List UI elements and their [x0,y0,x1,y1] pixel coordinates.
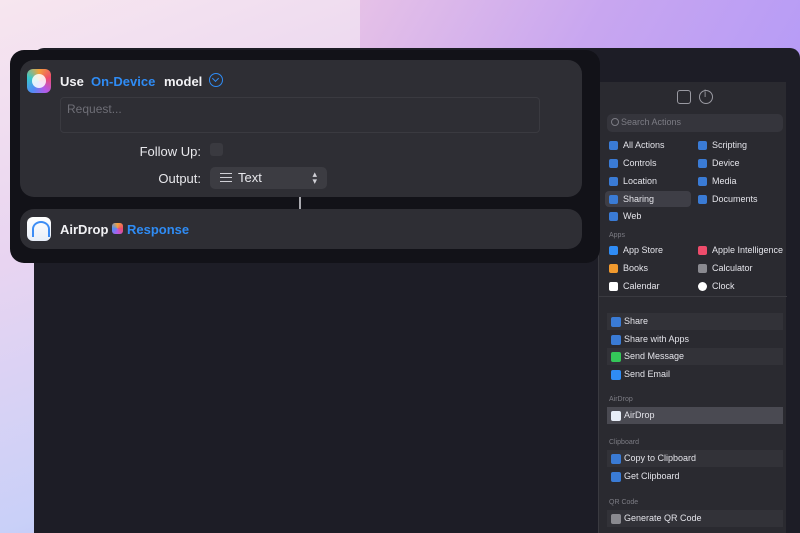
list-icon [609,141,618,150]
airdrop-icon [27,217,51,241]
info-tab-icon[interactable] [699,89,713,104]
action-send-email[interactable]: Send Email [607,366,783,383]
action-get-clipboard[interactable]: Get Clipboard [607,468,783,485]
category-media[interactable]: Media [694,173,780,189]
clock-icon [698,282,707,291]
apps-section-label: Apps [609,232,625,239]
location-icon [609,177,618,186]
category-label: Media [712,176,737,186]
category-label: Sharing [623,194,655,204]
category-sharing[interactable]: Sharing [605,191,691,207]
category-label: All Actions [623,140,665,150]
library-tab-icon[interactable] [677,90,691,104]
app-apple-intelligence[interactable]: Apple Intelligence [694,242,786,258]
web-icon [609,212,618,221]
output-select[interactable]: Text ▴ ▾ [210,167,327,189]
action-label: AirDrop [624,410,655,420]
category-label: Controls [623,158,657,168]
action-airdrop[interactable]: AirDrop [607,407,783,424]
divider [599,296,787,297]
app-label: Calculator [712,263,753,273]
apple-intelligence-icon [698,246,707,255]
action-library-sidebar: Search Actions All Actions Scripting Con… [598,82,787,533]
category-label: Scripting [712,140,748,150]
documents-icon [698,195,707,204]
clipboard-icon [611,454,621,464]
action-generate-qr-code[interactable]: Generate QR Code [607,510,783,527]
sidebar-tabs [599,82,787,112]
share-icon [611,317,621,327]
action-send-message[interactable]: Send Message [607,348,783,365]
category-location[interactable]: Location [605,173,691,189]
media-icon [698,177,707,186]
app-label: Clock [712,281,735,291]
category-label: Location [623,176,658,186]
airdrop-title: AirDrop [60,222,109,237]
action-label: Share [624,316,649,326]
app-label: App Store [623,245,664,255]
up-down-chevron-icon: ▴ ▾ [312,169,317,186]
app-label: Calendar [623,281,660,291]
action-connector [299,197,301,209]
search-placeholder: Search Actions [621,117,682,127]
expand-chevron-icon[interactable] [209,73,223,87]
app-books[interactable]: Books [605,260,691,276]
category-label: Web [623,211,642,221]
search-icon [611,118,619,126]
books-icon [609,264,618,273]
scripting-icon [698,141,707,150]
calculator-icon [698,264,707,273]
response-variable[interactable]: Response [127,222,189,237]
app-calendar[interactable]: Calendar [605,278,691,294]
action-label: Get Clipboard [624,471,680,481]
sharing-icon [609,195,618,204]
airdrop-section-label: AirDrop [609,396,633,403]
category-scripting[interactable]: Scripting [694,137,780,153]
messages-icon [611,352,621,362]
action-label: Generate QR Code [624,513,702,523]
clipboard-section-label: Clipboard [609,439,639,446]
category-label: Documents [712,194,758,204]
follow-up-checkbox[interactable] [210,143,223,156]
follow-up-label: Follow Up: [139,144,201,159]
clipboard-icon [611,472,621,482]
qr-section-label: QR Code [609,499,639,506]
qr-code-icon [611,514,621,524]
app-label: Books [623,263,649,273]
model-label: model [164,74,203,89]
output-value: Text [238,170,262,185]
action-label: Send Message [624,351,685,361]
action-copy-to-clipboard[interactable]: Copy to Clipboard [607,450,783,467]
category-all-actions[interactable]: All Actions [605,137,691,153]
action-label: Share with Apps [624,334,690,344]
category-documents[interactable]: Documents [694,191,780,207]
app-label: Apple Intelligence [712,245,784,255]
calendar-icon [609,282,618,291]
text-format-icon [220,173,232,182]
search-actions-input[interactable]: Search Actions [607,114,783,132]
category-controls[interactable]: Controls [605,155,691,171]
use-label: Use [60,74,84,89]
share-apps-icon [611,335,621,345]
category-label: Device [712,158,740,168]
controls-icon [609,159,618,168]
app-store-icon [609,246,618,255]
category-device[interactable]: Device [694,155,780,171]
response-variable-icon [112,223,123,234]
category-web[interactable]: Web [605,208,691,224]
model-selector[interactable]: On-Device [91,74,155,89]
output-label: Output: [158,171,201,186]
device-icon [698,159,707,168]
airdrop-icon [611,411,621,421]
action-label: Send Email [624,369,671,379]
action-share-with-apps[interactable]: Share with Apps [607,331,783,348]
action-share[interactable]: Share [607,313,783,330]
app-calculator[interactable]: Calculator [694,260,780,276]
app-clock[interactable]: Clock [694,278,780,294]
app-app-store[interactable]: App Store [605,242,691,258]
apple-intelligence-icon [27,69,51,93]
mail-icon [611,370,621,380]
request-field[interactable]: Request... [60,97,540,133]
action-label: Copy to Clipboard [624,453,697,463]
